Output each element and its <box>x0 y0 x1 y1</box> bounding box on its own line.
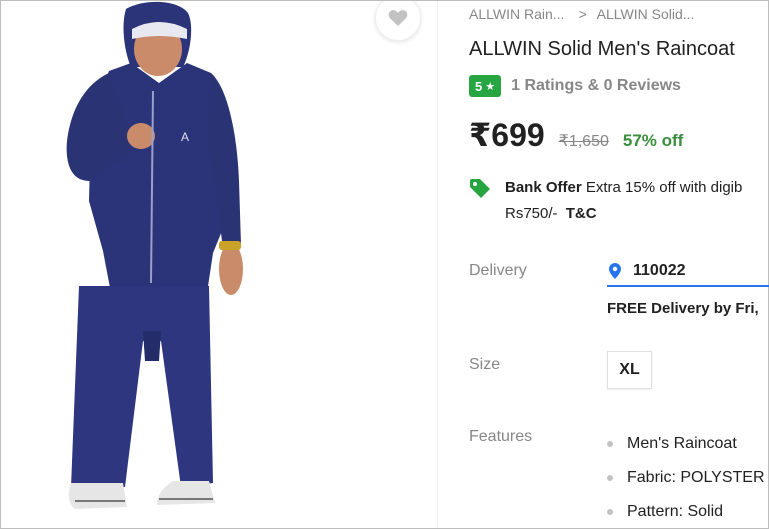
star-icon: ★ <box>485 80 496 93</box>
bullet-icon <box>607 509 613 515</box>
offer-line-2: Rs750/- T&C <box>505 205 597 222</box>
breadcrumb-separator: > <box>578 6 587 22</box>
breadcrumb-item[interactable]: ALLWIN Solid... <box>597 6 695 22</box>
product-title: ALLWIN Solid Men's Raincoat <box>469 38 735 60</box>
original-price: ₹1,650 <box>558 133 609 150</box>
location-pin-icon <box>609 262 621 279</box>
feature-item: Men's Raincoat <box>607 427 765 461</box>
ratings-summary[interactable]: 1 Ratings & 0 Reviews <box>511 77 681 95</box>
tag-icon <box>470 179 490 198</box>
price-row: ₹699 ₹1,650 57% off <box>469 116 683 154</box>
bullet-icon <box>607 475 613 481</box>
size-option-xl[interactable]: XL <box>607 351 652 389</box>
feature-text: Fabric: POLYSTER <box>627 469 765 486</box>
rating-row: 5 ★ 1 Ratings & 0 Reviews <box>469 75 681 97</box>
svg-text:A: A <box>181 130 189 144</box>
rating-value: 5 <box>475 78 483 94</box>
product-details: ALLWIN Rain... > ALLWIN Solid... ALLWIN … <box>440 0 769 529</box>
product-image[interactable]: A <box>31 1 261 528</box>
delivery-estimate: FREE Delivery by Fri, <box>607 300 759 317</box>
feature-text: Men's Raincoat <box>627 435 737 452</box>
offer-text-2: Rs750/- <box>505 205 558 222</box>
delivery-label: Delivery <box>469 262 527 279</box>
pincode-input[interactable] <box>633 261 769 280</box>
size-label: Size <box>469 356 501 373</box>
offer-text: Extra 15% off with digib <box>585 179 743 196</box>
discount-percent: 57% off <box>622 131 684 150</box>
selling-price: ₹699 <box>469 117 545 153</box>
terms-link[interactable]: T&C <box>566 205 597 222</box>
offer-type: Bank Offer <box>505 179 582 196</box>
bullet-icon <box>607 441 613 447</box>
heart-icon <box>388 10 408 26</box>
wishlist-button[interactable] <box>375 1 421 41</box>
breadcrumb-item[interactable]: ALLWIN Rain... <box>469 6 564 22</box>
feature-item: Fabric: POLYSTER <box>607 461 765 495</box>
rating-badge[interactable]: 5 ★ <box>469 75 502 97</box>
product-image-pane: A <box>1 1 438 528</box>
features-list: Men's Raincoat Fabric: POLYSTER Pattern:… <box>607 427 765 529</box>
features-label: Features <box>469 428 533 445</box>
breadcrumb: ALLWIN Rain... > ALLWIN Solid... <box>469 6 694 22</box>
offer-line: Bank Offer Extra 15% off with digib <box>505 179 742 196</box>
feature-text: Pattern: Solid <box>627 503 724 520</box>
pincode-field[interactable] <box>607 256 769 287</box>
feature-item: Pattern: Solid <box>607 495 765 529</box>
